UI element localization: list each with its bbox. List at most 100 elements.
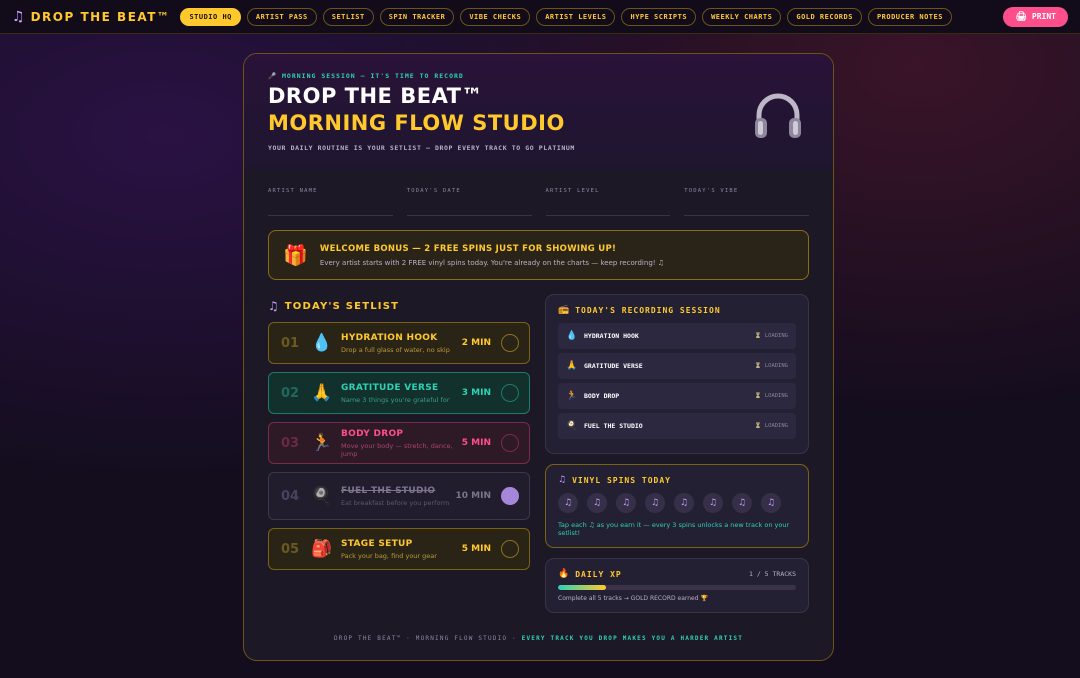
setlist-track[interactable]: 02 🙏 GRATITUDE VERSE Name 3 things you're g… bbox=[268, 372, 530, 414]
track-checkbox[interactable] bbox=[501, 487, 519, 505]
track-emoji-icon: 💧 bbox=[311, 333, 333, 353]
track-duration: 2 MIN bbox=[461, 338, 491, 348]
welcome-bonus: 🎁 WELCOME BONUS — 2 FREE SPINS JUST FOR … bbox=[268, 230, 809, 280]
session-item: 🏃 BODY DROP ⏳ LOADING bbox=[558, 383, 796, 409]
setlist-section: ♫ TODAY'S SETLIST 01 💧 HYDRATION HOOK Drop … bbox=[268, 296, 530, 623]
xp-note: Complete all 5 tracks → GOLD RECORD earn… bbox=[558, 595, 708, 602]
vinyl-spin-icon[interactable]: ♫ bbox=[587, 493, 607, 513]
spins-note: Tap each ♫ as you earn it — every 3 spin… bbox=[558, 521, 790, 537]
field-artist-level[interactable]: ARTIST LEVEL bbox=[545, 188, 671, 216]
hero-tagline: YOUR DAILY ROUTINE IS YOUR SETLIST — DRO… bbox=[268, 144, 575, 152]
session-item-status: ⏳ LOADING bbox=[754, 393, 788, 399]
studio-card: 🎤 MORNING SESSION — IT'S TIME TO RECORD … bbox=[243, 53, 834, 661]
headphones-icon bbox=[755, 93, 801, 138]
field-input-line[interactable] bbox=[268, 194, 393, 216]
hero-eyebrow: 🎤 MORNING SESSION — IT'S TIME TO RECORD bbox=[268, 72, 464, 80]
music-note-icon: ♫ bbox=[558, 475, 567, 485]
tab-artist-pass[interactable]: ARTIST PASS bbox=[246, 7, 317, 26]
vinyl-spin-icon[interactable]: ♫ bbox=[645, 493, 665, 513]
footer-brand: DROP THE BEAT™ · MORNING FLOW STUDIO · bbox=[333, 635, 517, 642]
spins-title: VINYL SPINS TODAY bbox=[572, 475, 671, 485]
vinyl-spin-icon[interactable]: ♫ bbox=[558, 493, 578, 513]
track-duration: 5 MIN bbox=[461, 438, 491, 448]
track-desc: Name 3 things you're grateful for bbox=[341, 395, 450, 404]
track-emoji-icon: 🏃 bbox=[311, 433, 333, 453]
session-item-name: FUEL THE STUDIO bbox=[584, 422, 643, 430]
field-input-line[interactable] bbox=[406, 194, 532, 216]
track-number: 05 bbox=[281, 541, 300, 557]
tab-producer-notes[interactable]: PRODUCER NOTES bbox=[867, 7, 952, 26]
track-emoji-icon: 🙏 bbox=[311, 383, 333, 403]
track-duration: 3 MIN bbox=[461, 388, 491, 398]
tab-weekly-charts[interactable]: WEEKLY CHARTS bbox=[702, 7, 782, 26]
track-name: HYDRATION HOOK bbox=[341, 332, 438, 343]
field-today-s-date[interactable]: TODAY'S DATE bbox=[406, 188, 532, 216]
session-title: TODAY'S RECORDING SESSION bbox=[575, 305, 721, 315]
track-name: BODY DROP bbox=[341, 428, 404, 439]
track-desc: Eat breakfast before you perform bbox=[341, 498, 450, 507]
tab-setlist[interactable]: SETLIST bbox=[322, 7, 374, 26]
tab-artist-levels[interactable]: ARTIST LEVELS bbox=[536, 7, 616, 26]
field-today-s-vibe[interactable]: TODAY'S VIBE bbox=[684, 188, 809, 216]
track-desc: Move your body — stretch, dance, jump bbox=[341, 441, 453, 458]
field-input-line[interactable] bbox=[545, 194, 671, 216]
xp-progress-fill bbox=[558, 585, 606, 590]
track-duration: 10 MIN bbox=[455, 491, 492, 501]
xp-title: DAILY XP bbox=[575, 569, 622, 579]
session-item-name: GRATITUDE VERSE bbox=[584, 362, 643, 370]
hero-subtitle: MORNING FLOW STUDIO bbox=[268, 111, 565, 135]
track-checkbox[interactable] bbox=[501, 540, 519, 558]
nav-tabs: STUDIO HQ ARTIST PASS SETLIST SPIN TRACKER V… bbox=[180, 7, 952, 26]
track-desc: Pack your bag, find your gear bbox=[341, 551, 437, 560]
tab-studio-hq[interactable]: STUDIO HQ bbox=[180, 7, 241, 26]
vinyl-spin-icon[interactable]: ♫ bbox=[703, 493, 723, 513]
track-checkbox[interactable] bbox=[501, 334, 519, 352]
setlist-track[interactable]: 05 🎒 STAGE SETUP Pack your bag, find your g… bbox=[268, 528, 530, 570]
session-item-icon: 🏃 bbox=[566, 391, 578, 401]
xp-count: 1 / 5 TRACKS bbox=[749, 570, 796, 578]
footer: DROP THE BEAT™ · MORNING FLOW STUDIO · E… bbox=[244, 635, 833, 642]
session-item-icon: 🙏 bbox=[566, 361, 578, 371]
top-nav: ♫ DROP THE BEAT™ STUDIO HQ ARTIST PASS SET… bbox=[0, 0, 1080, 34]
vinyl-spins-panel: ♫ VINYL SPINS TODAY ♫ ♫ ♫ ♫ ♫ ♫ ♫ ♫ Tap each ♫ … bbox=[545, 464, 809, 548]
printer-icon: 🖨 bbox=[1015, 11, 1027, 22]
hero: 🎤 MORNING SESSION — IT'S TIME TO RECORD … bbox=[244, 54, 833, 169]
vinyl-spin-icon[interactable]: ♫ bbox=[616, 493, 636, 513]
session-item-icon: 💧 bbox=[566, 331, 578, 341]
tab-vibe-checks[interactable]: VIBE CHECKS bbox=[460, 7, 531, 26]
print-button[interactable]: 🖨 PRINT bbox=[1003, 6, 1068, 27]
fire-icon: 🔥 bbox=[558, 569, 570, 579]
setlist-track[interactable]: 01 💧 HYDRATION HOOK Drop a full glass of wa… bbox=[268, 322, 530, 364]
track-name: FUEL THE STUDIO bbox=[341, 485, 436, 496]
session-item-icon: 🍳 bbox=[566, 421, 578, 431]
setlist-track[interactable]: 03 🏃 BODY DROP Move your body — stretch, da… bbox=[268, 422, 530, 464]
tab-hype-scripts[interactable]: HYPE SCRIPTS bbox=[621, 7, 697, 26]
brand[interactable]: ♫ DROP THE BEAT™ bbox=[12, 9, 170, 25]
track-checkbox[interactable] bbox=[501, 434, 519, 452]
session-item: 💧 HYDRATION HOOK ⏳ LOADING bbox=[558, 323, 796, 349]
vinyl-spin-icon[interactable]: ♫ bbox=[674, 493, 694, 513]
vinyl-spin-icon[interactable]: ♫ bbox=[761, 493, 781, 513]
hero-title: DROP THE BEAT™ bbox=[268, 84, 484, 108]
track-checkbox[interactable] bbox=[501, 384, 519, 402]
track-number: 04 bbox=[281, 488, 300, 504]
track-number: 02 bbox=[281, 385, 300, 401]
brand-name: DROP THE BEAT™ bbox=[30, 9, 171, 24]
vinyl-spin-icon[interactable]: ♫ bbox=[732, 493, 752, 513]
session-item-status: ⏳ LOADING bbox=[754, 363, 788, 369]
field-artist-name[interactable]: ARTIST NAME bbox=[268, 188, 393, 216]
radio-icon: 📻 bbox=[558, 305, 570, 315]
tab-spin-tracker[interactable]: SPIN TRACKER bbox=[379, 7, 455, 26]
field-input-line[interactable] bbox=[684, 194, 809, 216]
spin-tokens: ♫ ♫ ♫ ♫ ♫ ♫ ♫ ♫ bbox=[558, 493, 796, 513]
music-note-icon: ♫ bbox=[12, 8, 25, 25]
session-item: 🙏 GRATITUDE VERSE ⏳ LOADING bbox=[558, 353, 796, 379]
tab-gold-records[interactable]: GOLD RECORDS bbox=[787, 7, 862, 26]
setlist-track[interactable]: 04 🍳 FUEL THE STUDIO Eat breakfast before y… bbox=[268, 472, 530, 520]
track-number: 01 bbox=[281, 335, 300, 351]
gift-icon: 🎁 bbox=[283, 243, 308, 267]
session-item-name: HYDRATION HOOK bbox=[584, 332, 639, 340]
track-emoji-icon: 🎒 bbox=[311, 539, 333, 559]
bonus-title: WELCOME BONUS — 2 FREE SPINS JUST FOR SH… bbox=[319, 243, 617, 254]
footer-tagline: EVERY TRACK YOU DROP MAKES YOU A HARDER … bbox=[521, 635, 744, 642]
